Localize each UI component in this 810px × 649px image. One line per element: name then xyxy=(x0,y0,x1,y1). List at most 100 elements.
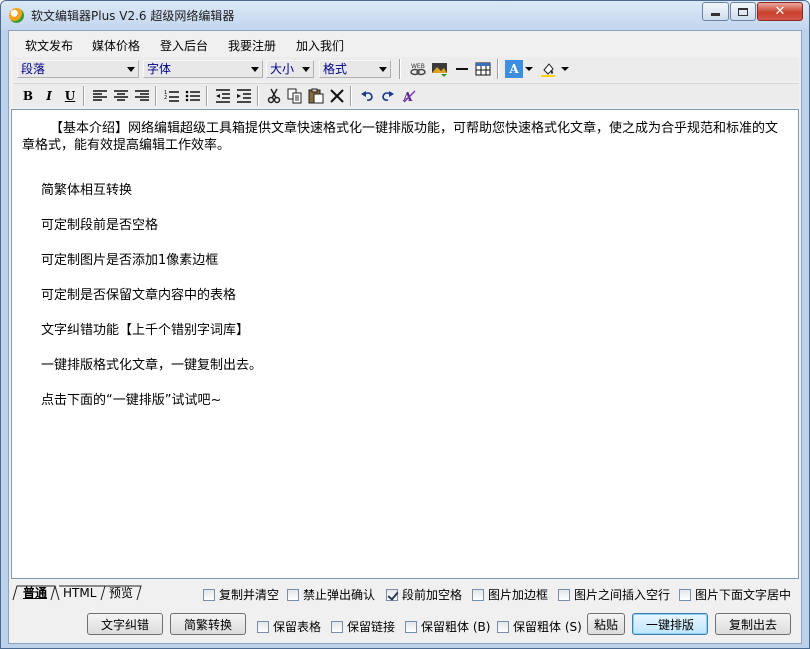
align-left-icon[interactable] xyxy=(91,87,109,105)
checkbox-box xyxy=(472,588,484,601)
checkbox-box xyxy=(331,620,343,633)
checkbox-label: 保留粗体 (B) xyxy=(421,620,491,634)
font-color-icon[interactable]: A xyxy=(505,60,523,78)
checkbox-label: 图片加边框 xyxy=(488,588,549,602)
menu-item-login[interactable]: 登入后台 xyxy=(160,37,208,54)
clear-format-icon[interactable]: A xyxy=(400,87,418,105)
keep-links-checkbox[interactable]: 保留链接 xyxy=(331,618,395,635)
maximize-icon xyxy=(738,7,748,16)
feature-line: 简繁体相互转换 xyxy=(41,183,133,198)
underline-icon[interactable]: U xyxy=(61,87,79,105)
image-blank-line-checkbox[interactable]: 图片之间插入空行 xyxy=(558,586,670,603)
format-select-value: 格式 xyxy=(323,62,348,76)
web-link-icon[interactable]: WEB xyxy=(409,60,427,78)
tab-html[interactable]: HTML xyxy=(63,585,96,601)
bullet-list-icon[interactable] xyxy=(184,87,202,105)
size-select[interactable]: 大小 xyxy=(266,60,314,78)
menu-item-register[interactable]: 我要注册 xyxy=(228,37,276,54)
one-click-format-button[interactable]: 一键排版 xyxy=(632,613,708,635)
minimize-icon xyxy=(711,13,720,16)
keep-bold-b-checkbox[interactable]: 保留粗体 (B) xyxy=(405,618,490,635)
checkbox-box xyxy=(679,588,691,601)
feature-line: 可定制是否保留文章内容中的表格 xyxy=(41,288,237,303)
paste-button[interactable]: 粘贴 xyxy=(587,613,625,635)
toolbar-separator xyxy=(83,86,85,106)
menu-item-join[interactable]: 加入我们 xyxy=(296,37,344,54)
align-right-icon[interactable] xyxy=(133,87,151,105)
svg-text:2: 2 xyxy=(164,95,167,101)
checkbox-box-checked xyxy=(386,588,398,601)
svg-text:A: A xyxy=(402,90,413,104)
feature-line: 文字纠错功能【上千个错别字词库】 xyxy=(41,323,250,338)
checkbox-box xyxy=(497,620,509,633)
menu-bar: 软文发布 媒体价格 登入后台 我要注册 加入我们 xyxy=(9,31,801,56)
copy-out-button[interactable]: 复制出去 xyxy=(715,613,791,635)
convert-button[interactable]: 简繁转换 xyxy=(170,613,246,635)
align-center-icon[interactable] xyxy=(112,87,130,105)
format-select[interactable]: 格式 xyxy=(319,60,391,78)
delete-icon[interactable] xyxy=(328,87,346,105)
checkbox-box xyxy=(257,620,269,633)
minimize-button[interactable] xyxy=(702,2,729,21)
tab-normal[interactable]: 普通 xyxy=(23,585,47,601)
font-select[interactable]: 字体 xyxy=(143,60,263,78)
image-border-checkbox[interactable]: 图片加边框 xyxy=(472,586,548,603)
insert-image-icon[interactable] xyxy=(431,60,449,78)
app-logo-icon xyxy=(9,8,24,23)
options-bar: 普通 HTML 预览 复制并清空 禁止弹出确认 段前加空格 图片加边框 图片之间… xyxy=(9,582,801,604)
keep-table-checkbox[interactable]: 保留表格 xyxy=(257,618,321,635)
cut-icon[interactable] xyxy=(265,87,283,105)
feature-line: 可定制图片是否添加1像素边框 xyxy=(41,253,219,268)
checkbox-label: 段前加空格 xyxy=(402,588,463,602)
checkbox-label: 保留粗体 (S) xyxy=(513,620,582,634)
checkbox-box xyxy=(558,588,570,601)
redo-icon[interactable] xyxy=(379,87,397,105)
copy-and-clear-checkbox[interactable]: 复制并清空 xyxy=(203,586,279,603)
feature-line: 点击下面的“一键排版”试试吧~ xyxy=(41,393,222,408)
toolbar-separator xyxy=(155,86,157,106)
chevron-down-icon xyxy=(251,67,259,72)
title-bar[interactable]: 软文编辑器Plus V2.6 超级网络编辑器 ✕ xyxy=(1,1,809,30)
app-window: 软文编辑器Plus V2.6 超级网络编辑器 ✕ 软文发布 媒体价格 登入后台 … xyxy=(0,0,810,649)
horizontal-rule-icon[interactable] xyxy=(453,60,471,78)
chevron-down-icon[interactable] xyxy=(525,67,533,71)
copy-icon[interactable] xyxy=(286,87,304,105)
menu-item-publish[interactable]: 软文发布 xyxy=(25,37,73,54)
edit-toolbar: B I U 12 A xyxy=(13,83,799,107)
spell-check-button[interactable]: 文字纠错 xyxy=(87,613,163,635)
outdent-icon[interactable] xyxy=(214,87,232,105)
paste-icon[interactable] xyxy=(307,87,325,105)
italic-icon[interactable]: I xyxy=(40,87,58,105)
client-area: 软文发布 媒体价格 登入后台 我要注册 加入我们 段落 字体 大小 格式 WEB… xyxy=(8,30,802,644)
editor-area[interactable]: 【基本介绍】网络编辑超级工具箱提供文章快速格式化一键排版功能，可帮助您快速格式化… xyxy=(11,109,799,579)
numbered-list-icon[interactable]: 12 xyxy=(163,87,181,105)
image-caption-center-checkbox[interactable]: 图片下面文字居中 xyxy=(679,586,791,603)
chevron-down-icon xyxy=(379,67,387,72)
editor-content: 【基本介绍】网络编辑超级工具箱提供文章快速格式化一键排版功能，可帮助您快速格式化… xyxy=(22,120,782,154)
feature-line: 可定制段前是否空格 xyxy=(41,218,159,233)
close-button[interactable]: ✕ xyxy=(757,2,803,21)
indent-paragraph-checkbox[interactable]: 段前加空格 xyxy=(386,586,462,603)
highlight-color-icon[interactable] xyxy=(539,60,557,78)
chevron-down-icon xyxy=(127,67,135,72)
intro-paragraph: 【基本介绍】网络编辑超级工具箱提供文章快速格式化一键排版功能，可帮助您快速格式化… xyxy=(22,121,779,153)
indent-icon[interactable] xyxy=(235,87,253,105)
size-select-value: 大小 xyxy=(270,62,295,76)
keep-bold-s-checkbox[interactable]: 保留粗体 (S) xyxy=(497,618,582,635)
menu-item-media-price[interactable]: 媒体价格 xyxy=(92,37,140,54)
toolbar-separator xyxy=(497,59,499,79)
checkbox-label: 图片下面文字居中 xyxy=(695,588,792,602)
insert-table-icon[interactable] xyxy=(474,60,492,78)
chevron-down-icon[interactable] xyxy=(561,67,569,71)
checkbox-label: 禁止弹出确认 xyxy=(303,588,376,602)
maximize-button[interactable] xyxy=(730,2,756,21)
tab-preview[interactable]: 预览 xyxy=(109,585,133,601)
toolbar-separator xyxy=(257,86,259,106)
window-title: 软文编辑器Plus V2.6 超级网络编辑器 xyxy=(31,9,235,23)
disable-confirm-checkbox[interactable]: 禁止弹出确认 xyxy=(287,586,375,603)
checkbox-label: 图片之间插入空行 xyxy=(574,588,671,602)
undo-icon[interactable] xyxy=(358,87,376,105)
bold-icon[interactable]: B xyxy=(19,87,37,105)
paragraph-select[interactable]: 段落 xyxy=(17,60,139,78)
paragraph-select-value: 段落 xyxy=(21,62,46,76)
